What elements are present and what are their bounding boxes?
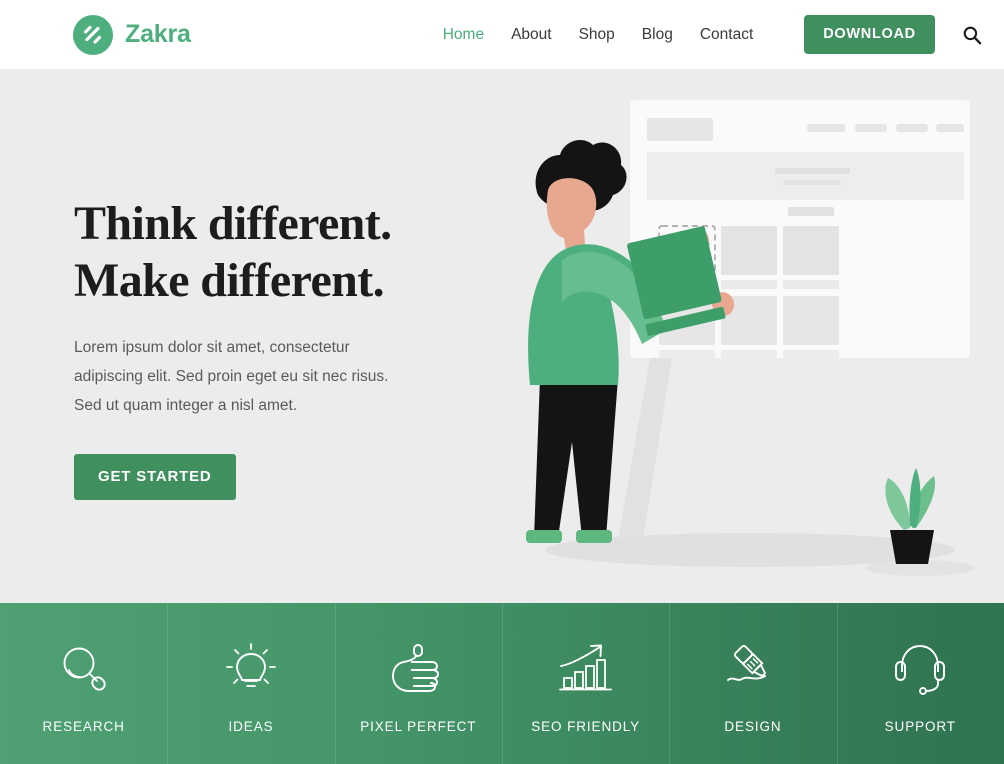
get-started-button[interactable]: GET STARTED bbox=[74, 454, 236, 500]
lightbulb-icon bbox=[224, 641, 278, 697]
feature-item-research[interactable]: RESEARCH bbox=[0, 603, 167, 764]
brand-name: Zakra bbox=[125, 20, 191, 48]
zakra-logo-icon bbox=[73, 14, 113, 55]
hero-title-line-2: Make different. bbox=[74, 254, 385, 307]
feature-label: SEO FRIENDLY bbox=[531, 719, 641, 734]
hero-copy: Think different. Make different. Lorem i… bbox=[74, 195, 494, 500]
nav-item-blog[interactable]: Blog bbox=[642, 26, 673, 44]
hero-title: Think different. Make different. bbox=[74, 195, 494, 309]
feature-item-pixel-perfect[interactable]: PIXEL PERFECT bbox=[334, 603, 502, 764]
thumbs-up-icon bbox=[391, 641, 445, 697]
feature-item-ideas[interactable]: IDEAS bbox=[167, 603, 334, 764]
page-root: Zakra Home About Shop Blog Contact DOWNL… bbox=[0, 0, 1004, 764]
feature-item-design[interactable]: DESIGN bbox=[669, 603, 836, 764]
brand-logo[interactable]: Zakra bbox=[73, 14, 191, 55]
feature-item-support[interactable]: SUPPORT bbox=[836, 603, 1004, 764]
hero-section: Think different. Make different. Lorem i… bbox=[0, 70, 1004, 603]
feature-label: RESEARCH bbox=[42, 719, 125, 734]
download-button[interactable]: DOWNLOAD bbox=[804, 15, 935, 54]
site-header: Zakra Home About Shop Blog Contact DOWNL… bbox=[0, 0, 1004, 70]
main-navigation: Home About Shop Blog Contact bbox=[443, 26, 754, 44]
feature-label: DESIGN bbox=[724, 719, 782, 734]
feature-label: IDEAS bbox=[228, 719, 274, 734]
feature-bar: RESEARCH IDEAS PIXEL PERFECT SEO FRIENDL… bbox=[0, 603, 1004, 764]
nav-item-home[interactable]: Home bbox=[443, 26, 484, 44]
nav-item-contact[interactable]: Contact bbox=[700, 26, 753, 44]
search-icon[interactable] bbox=[961, 24, 983, 46]
magnifier-icon bbox=[57, 641, 111, 697]
growth-chart-icon bbox=[558, 641, 614, 697]
feature-item-seo-friendly[interactable]: SEO FRIENDLY bbox=[501, 603, 669, 764]
headset-icon bbox=[893, 641, 947, 697]
hero-paragraph: Lorem ipsum dolor sit amet, consectetur … bbox=[74, 339, 389, 414]
nav-item-shop[interactable]: Shop bbox=[579, 26, 615, 44]
hero-title-line-1: Think different. bbox=[74, 197, 392, 250]
feature-label: SUPPORT bbox=[884, 719, 956, 734]
nav-item-about[interactable]: About bbox=[511, 26, 552, 44]
marker-pen-icon bbox=[725, 641, 781, 697]
feature-label: PIXEL PERFECT bbox=[360, 719, 477, 734]
person-building-website-illustration bbox=[500, 90, 1004, 603]
